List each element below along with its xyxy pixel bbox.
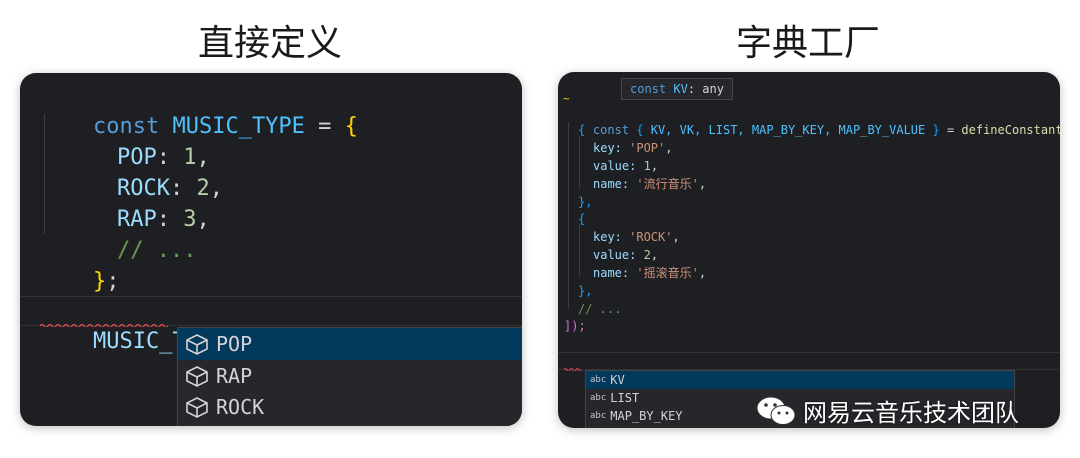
comma: , <box>196 207 210 232</box>
suggestion-item-kv[interactable]: abc KV <box>586 371 1014 389</box>
text-tag-icon: abc <box>590 375 607 385</box>
text-tag-icon: abc <box>590 411 607 421</box>
item-value-line: value: 1, <box>593 159 659 173</box>
call-close: ]); <box>564 319 586 333</box>
suggestion-label: POP <box>216 332 253 356</box>
item-value-line: value: 2, <box>593 248 659 262</box>
item-key-line: key: 'ROCK', <box>593 230 680 244</box>
item-close: }, <box>578 193 592 211</box>
prop-value: '摇滚音乐' <box>636 266 699 280</box>
suggestion-label: LIST <box>610 391 640 405</box>
watermark-text: 网易云音乐技术团队 <box>803 399 1019 427</box>
item-close-brace: }, <box>578 195 593 209</box>
suggestion-item-rock[interactable]: ROCK <box>178 391 522 422</box>
suggestion-label: RAP <box>216 363 253 388</box>
prop-key: value: <box>593 159 644 173</box>
code-end-line: ]); <box>564 317 586 335</box>
code-comment: // ... <box>578 302 622 316</box>
item-open-brace: { <box>578 212 586 226</box>
equals-sign: = <box>304 114 345 139</box>
cube-icon <box>186 396 208 418</box>
text-tag-icon: abc <box>590 393 607 403</box>
equals-sign: = <box>939 123 962 137</box>
suggestion-label: ROCK <box>216 394 265 419</box>
open-brace: { <box>344 114 358 139</box>
watermark: 网易云音乐技术团队 <box>755 393 1019 428</box>
type-hover-tooltip: const KV: any <box>621 78 733 100</box>
code-comment-line: // ... <box>578 300 621 318</box>
item-open-brace: { <box>578 123 586 137</box>
item-name-line: name: '流行音乐', <box>593 177 707 191</box>
prop-key: key: <box>593 141 630 155</box>
prop-key: value: <box>593 248 644 262</box>
item-close: }, <box>578 282 592 300</box>
function-name: defineConstants <box>961 123 1060 137</box>
right-title: 字典工厂 <box>735 23 880 64</box>
hover-name: KV <box>673 82 688 96</box>
prop-value: 2 <box>643 248 651 262</box>
item-name-line: name: '摇滚音乐', <box>593 266 707 280</box>
error-squiggle <box>564 368 582 371</box>
item-open: { <box>578 210 585 228</box>
prop-key: key: <box>593 230 630 244</box>
cube-icon <box>186 365 208 387</box>
suggestion-item-rap[interactable]: RAP <box>178 360 522 391</box>
prop-value: 'POP' <box>629 141 666 155</box>
suggestion-label: KV <box>610 373 625 387</box>
destructure-open: { <box>629 123 651 137</box>
prop-value: 1 <box>643 159 651 173</box>
item-open: { <box>578 121 585 139</box>
prop-key: name: <box>593 177 637 191</box>
cube-icon <box>186 334 208 355</box>
right-code-panel: const KV: any ~ const { KV, VK, LIST, MA… <box>558 72 1060 428</box>
close-brace: } <box>92 269 107 294</box>
destructure-close: } <box>925 123 940 137</box>
item-close-brace: }, <box>578 284 593 298</box>
wechat-icon <box>756 396 796 425</box>
autocomplete-dropdown[interactable]: POP RAP ROCK <box>177 327 522 426</box>
suggestion-label: MAP_BY_KEY <box>610 409 683 423</box>
left-title: 直接定义 <box>197 23 342 64</box>
item-key-line: key: 'POP', <box>593 141 673 155</box>
prop-value: '流行音乐' <box>636 177 699 191</box>
destructured-names: KV, VK, LIST, MAP_BY_KEY, MAP_BY_VALUE <box>650 123 926 137</box>
error-squiggle <box>40 323 168 327</box>
left-code-panel: const MUSIC_TYPE = { POP: 1, ROCK: 2, RA… <box>20 73 522 426</box>
hover-const: const <box>630 82 674 96</box>
semicolon: ; <box>106 269 120 294</box>
code-comment: // ... <box>116 238 197 263</box>
comma: , <box>209 176 223 201</box>
indent-guide <box>579 224 580 277</box>
const-keyword: const <box>592 123 630 137</box>
suggestion-item-pop[interactable]: POP <box>178 328 522 360</box>
prop-value: 'ROCK' <box>629 230 673 244</box>
prop-key: name: <box>593 266 637 280</box>
hover-type: : any <box>687 82 724 96</box>
line-highlight-top <box>558 352 1060 353</box>
